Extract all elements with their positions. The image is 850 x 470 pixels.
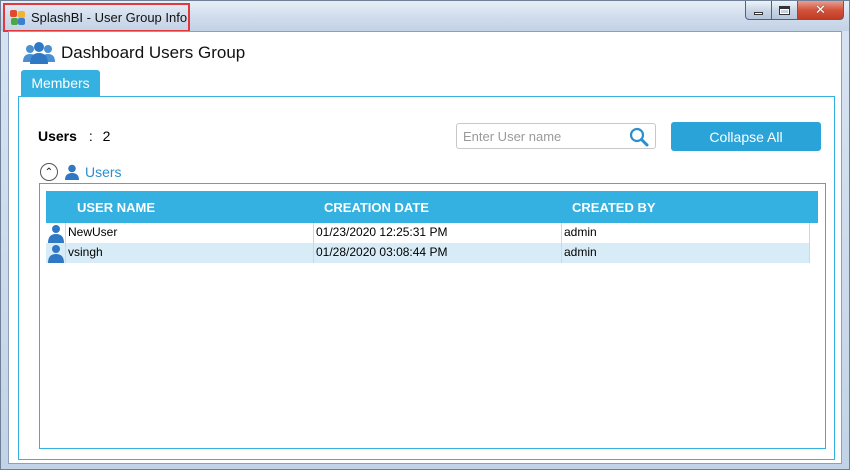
users-count-value: 2 bbox=[102, 128, 111, 144]
user-search-input[interactable] bbox=[463, 128, 628, 144]
column-header-user-name[interactable]: USER NAME bbox=[77, 200, 155, 215]
close-button[interactable]: ✕ bbox=[798, 1, 844, 20]
user-row-icon bbox=[46, 243, 66, 263]
users-table: USER NAME CREATION DATE CREATED BY NewUs… bbox=[39, 183, 826, 449]
table-row[interactable]: NewUser 01/23/2020 12:25:31 PM admin bbox=[46, 223, 810, 243]
tab-members[interactable]: Members bbox=[21, 70, 100, 96]
dialog-client-area: Dashboard Users Group Members Users : 2 … bbox=[8, 31, 842, 464]
table-header: USER NAME CREATION DATE CREATED BY bbox=[46, 191, 818, 223]
maximize-icon bbox=[779, 5, 790, 15]
app-window: SplashBI - User Group Info ✕ Dashboard U… bbox=[0, 0, 850, 470]
minimize-button[interactable] bbox=[745, 1, 772, 20]
dialog-header: Dashboard Users Group bbox=[23, 38, 245, 68]
users-group-icon bbox=[23, 40, 55, 66]
maximize-button[interactable] bbox=[772, 1, 798, 20]
cell-creation-date: 01/28/2020 03:08:44 PM bbox=[314, 243, 562, 263]
table-row[interactable]: vsingh 01/28/2020 03:08:44 PM admin bbox=[46, 243, 810, 263]
user-row-icon bbox=[46, 223, 66, 243]
minimize-icon bbox=[754, 11, 763, 15]
cell-creation-date: 01/23/2020 12:25:31 PM bbox=[314, 223, 562, 243]
user-icon bbox=[64, 164, 80, 180]
members-panel: Users : 2 Collapse All ⌃ bbox=[18, 96, 835, 460]
cell-created-by: admin bbox=[562, 243, 810, 263]
search-icon[interactable] bbox=[629, 127, 649, 147]
chevron-up-icon: ⌃ bbox=[44, 166, 54, 178]
window-title: SplashBI - User Group Info bbox=[31, 10, 188, 25]
users-group-header: ⌃ Users bbox=[40, 162, 122, 182]
collapse-all-button[interactable]: Collapse All bbox=[671, 122, 821, 151]
column-header-creation-date[interactable]: CREATION DATE bbox=[324, 200, 429, 215]
cell-user-name: NewUser bbox=[66, 223, 314, 243]
title-bar[interactable]: SplashBI - User Group Info ✕ bbox=[1, 1, 849, 32]
page-title: Dashboard Users Group bbox=[61, 43, 246, 62]
window-controls: ✕ bbox=[745, 1, 844, 20]
users-count-label: Users bbox=[38, 128, 77, 144]
users-count: Users : 2 bbox=[38, 128, 110, 144]
column-header-created-by[interactable]: CREATED BY bbox=[572, 200, 656, 215]
collapse-toggle-icon[interactable]: ⌃ bbox=[40, 163, 58, 181]
cell-user-name: vsingh bbox=[66, 243, 314, 263]
close-icon: ✕ bbox=[815, 2, 826, 18]
cell-created-by: admin bbox=[562, 223, 810, 243]
splashbi-app-icon bbox=[10, 9, 26, 26]
title-highlight: SplashBI - User Group Info bbox=[3, 3, 190, 32]
user-search-box bbox=[456, 123, 656, 149]
users-group-label[interactable]: Users bbox=[85, 164, 122, 180]
users-count-separator: : bbox=[88, 128, 93, 144]
